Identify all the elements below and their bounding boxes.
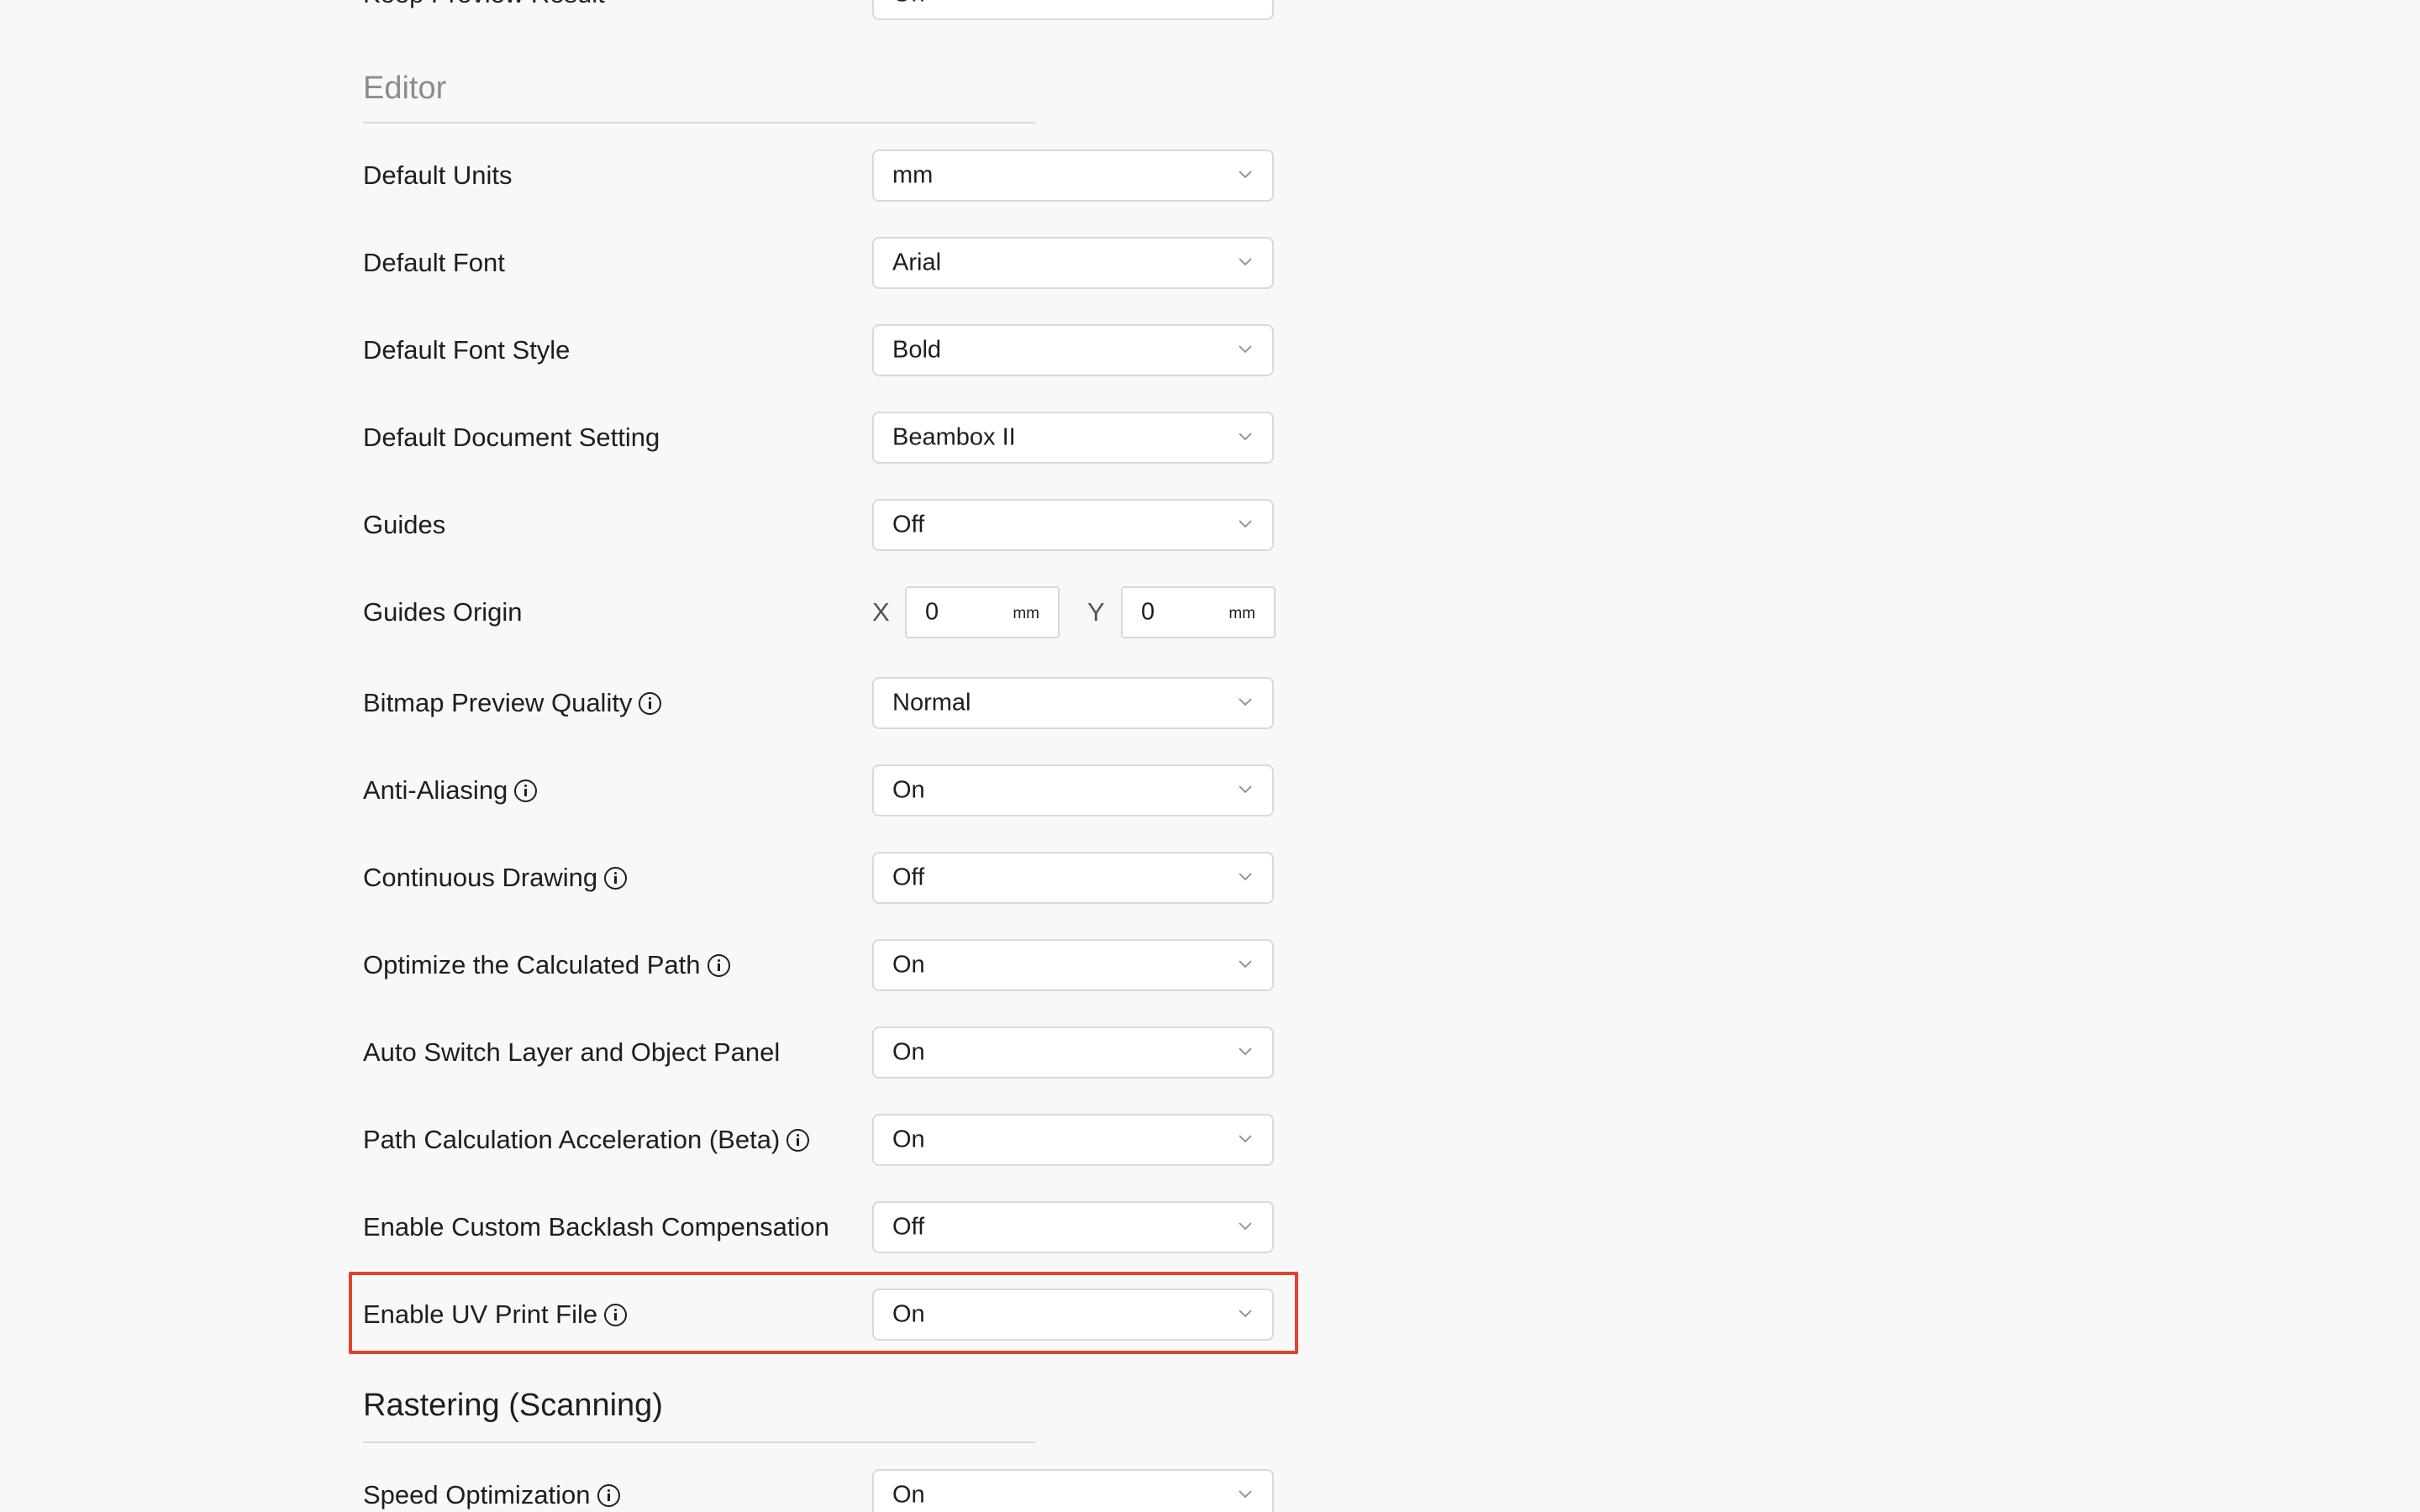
- setting-label: Guides: [363, 510, 446, 539]
- setting-label: Optimize the Calculated Path: [363, 950, 730, 980]
- setting-row-auto-switch-layer: Auto Switch Layer and Object Panel On: [363, 1026, 1274, 1079]
- setting-row-optimize-calculated-path: Optimize the Calculated Path On: [363, 939, 1274, 991]
- default-units-select[interactable]: mm: [872, 150, 1274, 202]
- input-value: 0: [1141, 598, 1155, 626]
- custom-backlash-compensation-select[interactable]: Off: [872, 1201, 1274, 1253]
- guides-select[interactable]: Off: [872, 499, 1274, 551]
- path-calculation-acceleration-select[interactable]: On: [872, 1114, 1274, 1166]
- setting-row-guides-origin: Guides Origin X 0 mm Y 0 mm: [363, 586, 1276, 638]
- chevron-down-icon: [1239, 873, 1252, 881]
- setting-row-speed-optimization: Speed Optimization On: [363, 1469, 1274, 1512]
- setting-row-default-font-style: Default Font Style Bold: [363, 324, 1274, 376]
- setting-label: Anti-Aliasing: [363, 775, 538, 806]
- chevron-down-icon: [1239, 1222, 1252, 1231]
- select-value: On: [892, 1126, 925, 1153]
- chevron-down-icon: [1239, 698, 1252, 706]
- select-value: On: [892, 951, 925, 979]
- select-value: Off: [892, 511, 925, 538]
- select-value: Off: [892, 1213, 925, 1241]
- chevron-down-icon: [1239, 258, 1252, 266]
- setting-label: Guides Origin: [363, 597, 523, 627]
- setting-label: Default Document Setting: [363, 423, 660, 452]
- setting-row-custom-backlash-compensation: Enable Custom Backlash Compensation Off: [363, 1201, 1274, 1253]
- select-value: On: [892, 0, 925, 8]
- setting-label: Speed Optimization: [363, 1480, 620, 1510]
- setting-row-path-calculation-acceleration: Path Calculation Acceleration (Beta) On: [363, 1114, 1274, 1166]
- setting-row-keep-preview-result: Keep Preview Result On: [363, 0, 1274, 20]
- setting-label: Enable UV Print File: [363, 1299, 628, 1330]
- continuous-drawing-select[interactable]: Off: [872, 852, 1274, 904]
- guides-origin-x-input[interactable]: 0 mm: [905, 586, 1060, 638]
- setting-label: Enable Custom Backlash Compensation: [363, 1212, 829, 1242]
- preferences-page: Keep Preview Result On Editor Default Un…: [0, 0, 2420, 1512]
- setting-row-default-units: Default Units mm: [363, 150, 1274, 202]
- info-icon[interactable]: [639, 691, 662, 715]
- setting-label: Default Font: [363, 248, 505, 277]
- setting-row-guides: Guides Off: [363, 499, 1274, 551]
- select-value: Arial: [892, 249, 942, 276]
- default-font-select[interactable]: Arial: [872, 237, 1274, 289]
- optimize-calculated-path-select[interactable]: On: [872, 939, 1274, 991]
- setting-row-continuous-drawing: Continuous Drawing Off: [363, 852, 1274, 904]
- guides-origin-x-label: X: [872, 597, 890, 627]
- chevron-down-icon: [1239, 1490, 1252, 1499]
- setting-label: Bitmap Preview Quality: [363, 688, 662, 718]
- guides-origin-y-label: Y: [1087, 597, 1105, 627]
- default-document-setting-select[interactable]: Beambox II: [872, 412, 1274, 464]
- input-value: 0: [925, 598, 939, 626]
- setting-row-default-document-setting: Default Document Setting Beambox II: [363, 412, 1274, 464]
- setting-label: Continuous Drawing: [363, 863, 628, 893]
- chevron-down-icon: [1239, 960, 1252, 969]
- guides-origin-y-input[interactable]: 0 mm: [1121, 586, 1276, 638]
- info-icon[interactable]: [786, 1128, 810, 1152]
- setting-label: Auto Switch Layer and Object Panel: [363, 1037, 781, 1067]
- unit-label: mm: [1013, 605, 1039, 623]
- chevron-down-icon: [1239, 1310, 1252, 1318]
- select-value: On: [892, 1481, 925, 1509]
- speed-optimization-select[interactable]: On: [872, 1469, 1274, 1512]
- info-icon[interactable]: [707, 953, 730, 977]
- keep-preview-result-select[interactable]: On: [872, 0, 1274, 20]
- select-value: Bold: [892, 336, 942, 364]
- select-value: Normal: [892, 689, 971, 717]
- info-icon[interactable]: [604, 1303, 628, 1326]
- setting-row-default-font: Default Font Arial: [363, 237, 1274, 289]
- chevron-down-icon: [1239, 1047, 1252, 1056]
- select-value: On: [892, 1038, 925, 1066]
- info-icon[interactable]: [604, 866, 628, 890]
- section-divider: [363, 122, 1035, 123]
- setting-row-enable-uv-print-file: Enable UV Print File On: [363, 1289, 1274, 1341]
- select-value: mm: [892, 161, 934, 189]
- chevron-down-icon: [1239, 171, 1252, 179]
- anti-aliasing-select[interactable]: On: [872, 764, 1274, 816]
- enable-uv-print-file-select[interactable]: On: [872, 1289, 1274, 1341]
- bitmap-preview-quality-select[interactable]: Normal: [872, 677, 1274, 729]
- chevron-down-icon: [1239, 520, 1252, 528]
- chevron-down-icon: [1239, 433, 1252, 441]
- chevron-down-icon: [1239, 345, 1252, 354]
- select-value: Beambox II: [892, 423, 1016, 451]
- chevron-down-icon: [1239, 785, 1252, 794]
- unit-label: mm: [1228, 605, 1255, 623]
- setting-label: Default Font Style: [363, 335, 571, 365]
- section-divider: [363, 1441, 1035, 1443]
- info-icon[interactable]: [597, 1483, 620, 1507]
- setting-row-bitmap-preview-quality: Bitmap Preview Quality Normal: [363, 677, 1274, 729]
- select-value: Off: [892, 864, 925, 891]
- section-title-rastering: Rastering (Scanning): [363, 1388, 663, 1423]
- select-value: On: [892, 776, 925, 804]
- setting-label: Keep Preview Result: [363, 0, 605, 9]
- info-icon[interactable]: [514, 779, 538, 802]
- setting-row-anti-aliasing: Anti-Aliasing On: [363, 764, 1274, 816]
- default-font-style-select[interactable]: Bold: [872, 324, 1274, 376]
- auto-switch-layer-select[interactable]: On: [872, 1026, 1274, 1079]
- section-title-editor: Editor: [363, 71, 447, 106]
- select-value: On: [892, 1300, 925, 1328]
- setting-label: Default Units: [363, 160, 513, 190]
- chevron-down-icon: [1239, 1135, 1252, 1143]
- setting-label: Path Calculation Acceleration (Beta): [363, 1125, 810, 1155]
